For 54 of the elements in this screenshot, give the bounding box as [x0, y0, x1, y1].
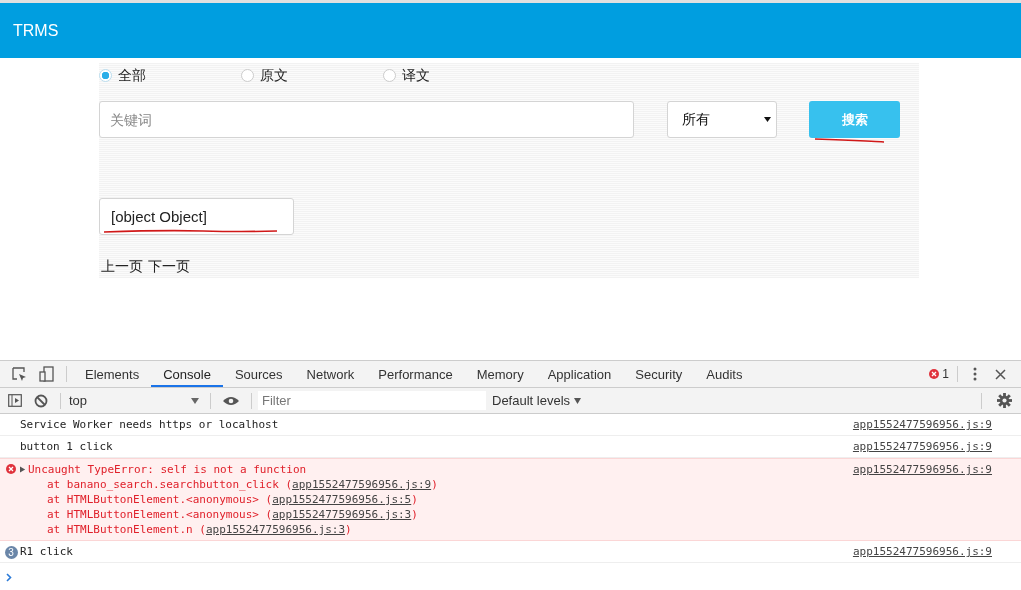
pager-link[interactable]: 下一页: [148, 258, 190, 276]
console-message: Service Worker needs https or localhost: [20, 417, 279, 432]
log-levels-dropdown[interactable]: Default levels: [492, 393, 582, 408]
source-link[interactable]: app1552477596956.js:3: [205, 523, 346, 536]
clear-icon[interactable]: [34, 393, 48, 408]
devtools-tab[interactable]: Performance: [366, 361, 465, 387]
caret-icon: [191, 397, 199, 404]
stack-trace-line: at HTMLButtonElement.<anonymous> (app1552477596956.js:5): [46, 492, 419, 507]
source-link[interactable]: app1552477596956.js:9: [852, 417, 992, 432]
source-link[interactable]: app1552477596956.js:9: [292, 478, 432, 491]
app-title: TRMS: [13, 21, 59, 40]
console-message: Uncaught TypeError: self is not a function: [28, 462, 307, 477]
error-icon: [6, 464, 16, 474]
devtools-tab[interactable]: Elements: [73, 361, 152, 387]
keyword-field[interactable]: 关键词: [99, 101, 634, 138]
console-message: R1 click: [20, 544, 73, 559]
devtools-tab[interactable]: Memory: [464, 361, 536, 387]
devtools-tab[interactable]: Audits: [694, 361, 755, 387]
source-link[interactable]: app1552477596956.js:9: [852, 544, 992, 559]
devtools-tab[interactable]: Application: [535, 361, 624, 387]
scope-select[interactable]: 所有: [667, 101, 777, 138]
underline-mark: [814, 138, 884, 144]
filter-field[interactable]: Filter: [258, 391, 486, 410]
repeat-count-badge: 3: [4, 546, 18, 559]
inspect-icon[interactable]: [12, 366, 27, 382]
console-message: button 1 click: [20, 439, 113, 454]
radio-option[interactable]: 译文: [383, 66, 525, 85]
radio-option[interactable]: 原文: [241, 66, 383, 85]
eye-icon[interactable]: [223, 395, 239, 406]
error-count[interactable]: 1: [942, 367, 949, 381]
source-link[interactable]: app1552477596956.js:9: [852, 462, 992, 537]
error-icon: [929, 369, 940, 379]
devtools-tab[interactable]: Network: [294, 361, 367, 387]
close-icon[interactable]: [995, 368, 1006, 380]
caret-icon: [574, 397, 582, 404]
result-field[interactable]: [object Object]: [99, 198, 294, 235]
sidebar-toggle-icon[interactable]: [8, 394, 22, 407]
device-icon[interactable]: [39, 366, 54, 382]
context-select[interactable]: top: [67, 393, 204, 408]
pager-link[interactable]: 上一页: [101, 258, 143, 276]
source-link[interactable]: app1552477596956.js:3: [272, 508, 412, 521]
radio-option[interactable]: 全部: [99, 66, 241, 85]
source-link[interactable]: app1552477596956.js:9: [852, 439, 992, 454]
caret-icon: [764, 117, 771, 122]
devtools-tab[interactable]: Security: [623, 361, 695, 387]
devtools-tab[interactable]: Sources: [222, 361, 295, 387]
stack-trace-line: at HTMLButtonElement.n (app1552477596956.js:3): [46, 522, 353, 537]
expand-triangle-icon[interactable]: [20, 466, 26, 473]
stack-trace-line: at banano_search.searchbutton_click (app1552477596956.js:9): [46, 477, 439, 492]
source-link[interactable]: app1552477596956.js:5: [272, 493, 412, 506]
more-icon[interactable]: [973, 367, 977, 381]
prompt-chevron-icon[interactable]: [6, 573, 12, 582]
settings-icon[interactable]: [997, 393, 1012, 408]
stack-trace-line: at HTMLButtonElement.<anonymous> (app1552477596956.js:3): [46, 507, 419, 522]
